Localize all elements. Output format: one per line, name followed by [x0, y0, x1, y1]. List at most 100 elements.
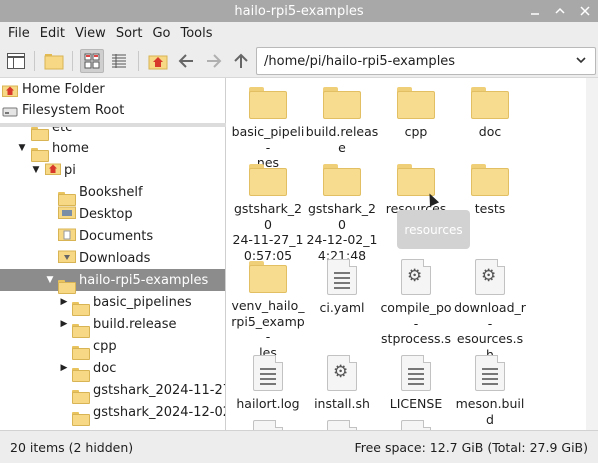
list-view-icon: [112, 54, 126, 68]
file-item-ci-yaml[interactable]: ci.yaml: [305, 259, 379, 316]
file-item-tests[interactable]: tests: [453, 164, 527, 217]
maximize-icon[interactable]: [552, 3, 568, 19]
drive-icon: [2, 107, 18, 116]
tree-node-hailo-rpi5-examples[interactable]: ▼ hailo-rpi5-examples: [0, 269, 225, 294]
file-name: download_r- esources.sh: [454, 300, 526, 362]
file-item-meson-build[interactable]: meson.build: [453, 355, 527, 427]
tree-node-label: build.release: [93, 316, 177, 332]
forward-button[interactable]: [202, 49, 226, 73]
back-button[interactable]: [174, 49, 198, 73]
tree-node-gstshark-1[interactable]: gstshark_2024-11-27_10: [0, 379, 225, 404]
path-bar[interactable]: /home/pi/hailo-rpi5-examples: [256, 47, 596, 75]
file-item-basic-pipelines[interactable]: basic_pipeli- nes: [231, 87, 305, 171]
home-icon: [45, 163, 61, 175]
tree-node-desktop[interactable]: Desktop: [0, 203, 225, 225]
file-item-cpp[interactable]: cpp: [379, 87, 453, 140]
text-file-icon: [253, 420, 283, 430]
file-item-resources[interactable]: resources: [379, 164, 453, 217]
menu-view[interactable]: View: [70, 26, 111, 41]
file-name: ci.yaml: [319, 300, 365, 315]
menu-go[interactable]: Go: [147, 26, 175, 41]
up-button[interactable]: [229, 49, 253, 73]
list-view-button[interactable]: [107, 49, 131, 73]
desktop-folder-icon: [58, 206, 76, 219]
file-item-doc[interactable]: doc: [453, 87, 527, 140]
text-file-icon: [401, 420, 431, 430]
minimize-icon[interactable]: [527, 3, 543, 19]
tree-node-build-release[interactable]: ▶ build.release: [0, 313, 225, 338]
script-file-icon: ⚙: [401, 259, 431, 295]
home-folder-icon: [148, 55, 168, 70]
file-item-hailort-log[interactable]: hailort.log: [231, 355, 305, 412]
menu-sort[interactable]: Sort: [111, 26, 148, 41]
tree-node-basic-pipelines[interactable]: ▶ basic_pipelines: [0, 291, 225, 316]
item-count: 20 items (2 hidden): [10, 440, 134, 455]
file-item-venv[interactable]: venv_hailo_ rpi5_examp- les: [231, 261, 305, 360]
tree-node-doc[interactable]: ▶ doc: [0, 357, 225, 382]
tree-node-label: basic_pipelines: [93, 294, 192, 310]
home-button[interactable]: [146, 49, 170, 73]
tree-node-home[interactable]: ▼ home: [0, 137, 225, 162]
tree-node-label: hailo-rpi5-examples: [79, 272, 209, 288]
file-item-partial[interactable]: [305, 420, 379, 430]
file-item-build-release[interactable]: build.releas e: [305, 87, 379, 155]
tree-node-documents[interactable]: Documents: [0, 225, 225, 247]
file-name: meson.build: [455, 396, 525, 427]
vertical-scrollbar[interactable]: [586, 78, 598, 430]
tree-node-downloads[interactable]: Downloads: [0, 247, 225, 269]
file-view: basic_pipeli- nes build.releas e cpp doc…: [228, 78, 586, 430]
file-name: doc: [478, 124, 502, 139]
file-item-license[interactable]: LICENSE: [379, 355, 453, 412]
close-icon[interactable]: [577, 3, 593, 19]
menu-tools[interactable]: Tools: [176, 26, 218, 41]
file-item-partial[interactable]: [231, 420, 305, 430]
tree-node-label: gstshark_2024-12-02_14: [93, 404, 225, 420]
chevron-down-icon[interactable]: ▼: [45, 275, 55, 285]
tree-node-cpp[interactable]: cpp: [0, 335, 225, 360]
file-name: LICENSE: [389, 396, 443, 411]
folder-icon: [249, 164, 287, 196]
chevron-right-icon[interactable]: ▶: [59, 363, 69, 373]
menu-edit[interactable]: Edit: [35, 26, 70, 41]
folder-icon: [471, 164, 509, 196]
file-item-gstshark-1[interactable]: gstshark_20 24-11-27_1 0:57:05: [231, 164, 305, 263]
file-name: gstshark_20 24-11-27_1 0:57:05: [232, 201, 304, 263]
tree-node-pi[interactable]: ▼ pi: [0, 159, 225, 181]
chevron-right-icon[interactable]: ▶: [59, 297, 69, 307]
tree-node-label: Downloads: [79, 250, 151, 266]
arrow-left-icon: [178, 54, 193, 68]
places-pane: Home Folder Filesystem Root: [0, 78, 226, 123]
text-file-icon: [253, 355, 283, 391]
tree-node-gstshark-2[interactable]: gstshark_2024-12-02_14: [0, 401, 225, 426]
side-pane-toggle-button[interactable]: [4, 49, 28, 73]
file-item-gstshark-2[interactable]: gstshark_20 24-12-02_1 4:21:48: [305, 164, 379, 263]
chevron-down-icon[interactable]: [574, 53, 588, 71]
new-folder-button[interactable]: [42, 49, 66, 73]
tree-node-partial[interactable]: ▶: [0, 423, 225, 430]
icon-view-button[interactable]: [80, 49, 104, 73]
chevron-down-icon[interactable]: ▼: [17, 143, 27, 153]
file-item-install-sh[interactable]: ⚙ install.sh: [305, 355, 379, 412]
folder-icon: [397, 164, 435, 196]
place-home-folder[interactable]: Home Folder: [2, 79, 105, 100]
chevron-right-icon[interactable]: ▶: [59, 319, 69, 329]
downloads-folder-icon: [58, 250, 76, 263]
file-name: build.releas e: [305, 124, 379, 155]
menu-file[interactable]: File: [3, 26, 35, 41]
folder-icon: [471, 87, 509, 119]
toolbar-separator: [34, 51, 35, 71]
tree-node-label: home: [52, 140, 89, 156]
text-file-icon: [327, 259, 357, 295]
tree-node-bookshelf[interactable]: Bookshelf: [0, 181, 225, 206]
place-label: Home Folder: [22, 82, 105, 97]
file-name: gstshark_20 24-12-02_1 4:21:48: [306, 201, 378, 263]
text-file-icon: [327, 420, 357, 430]
status-bar: 20 items (2 hidden) Free space: 12.7 GiB…: [0, 430, 598, 463]
chevron-down-icon[interactable]: ▼: [31, 165, 41, 175]
place-label: Filesystem Root: [22, 103, 125, 118]
place-filesystem-root[interactable]: Filesystem Root: [2, 100, 124, 121]
script-file-icon: ⚙: [327, 355, 357, 391]
new-folder-icon: [44, 54, 64, 70]
file-item-download-resources[interactable]: ⚙ download_r- esources.sh: [453, 259, 527, 362]
file-item-partial[interactable]: [379, 420, 453, 430]
